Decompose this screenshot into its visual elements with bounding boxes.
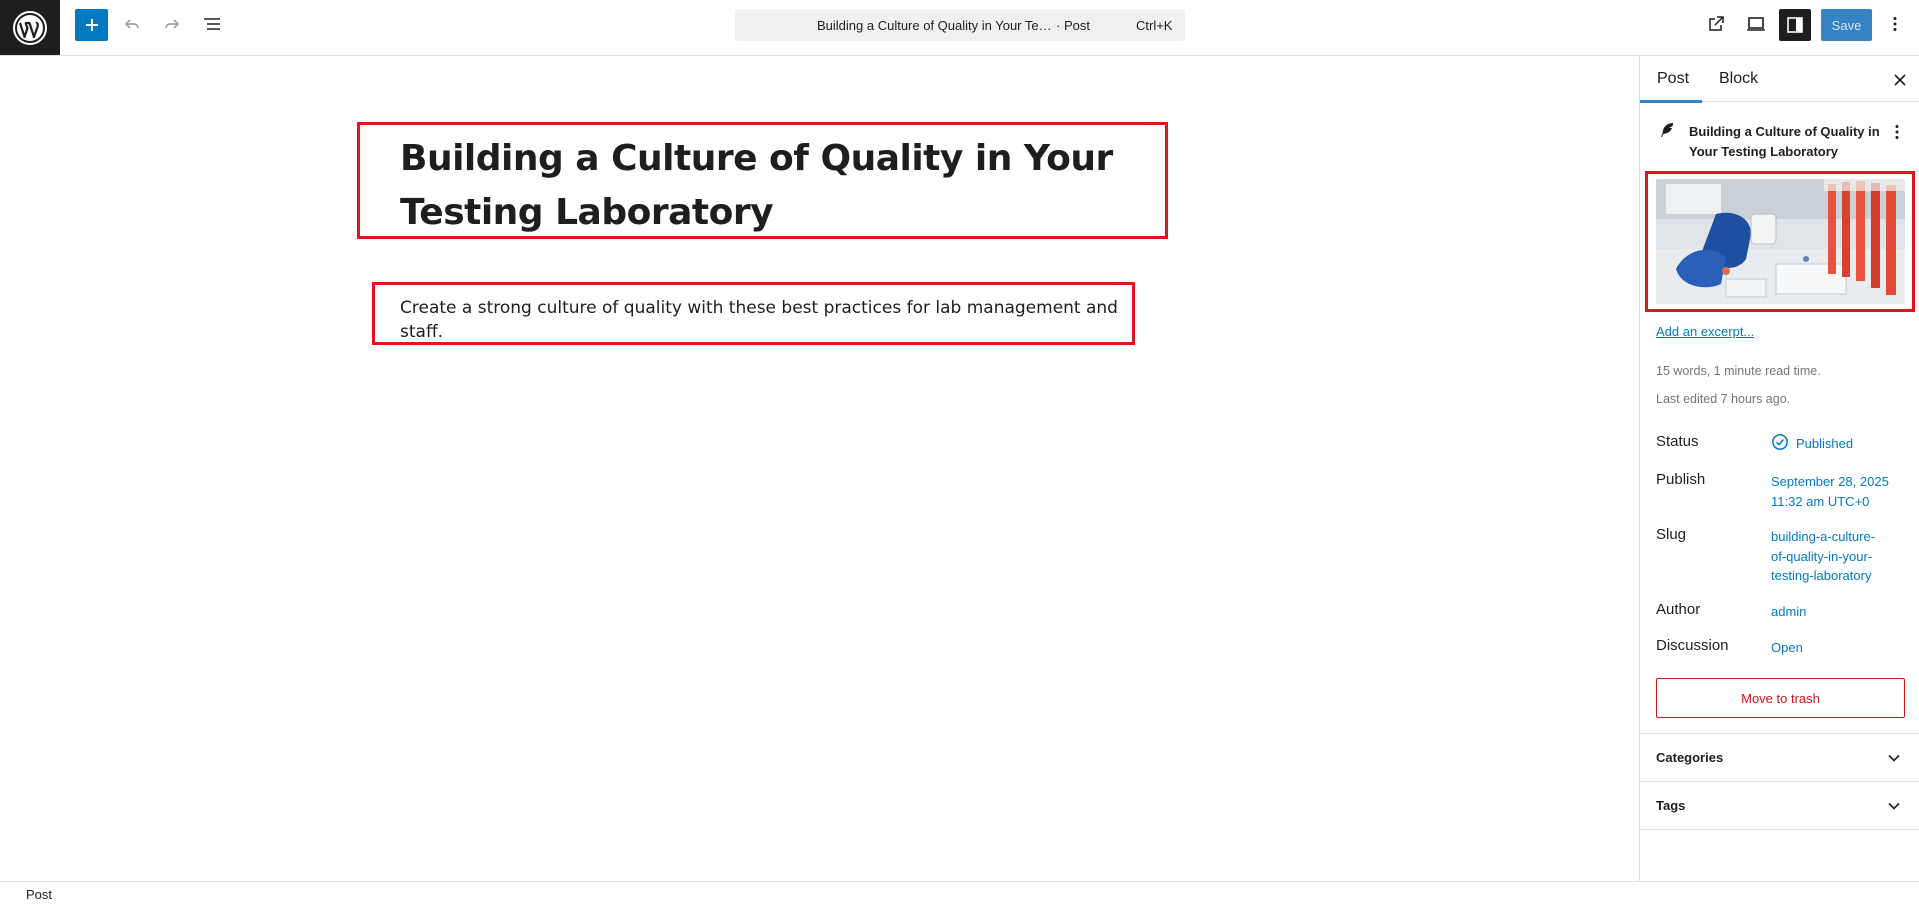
active-tab-indicator — [1640, 100, 1702, 103]
publish-date-button[interactable]: September 28, 2025 11:32 am UTC+0 — [1771, 472, 1889, 511]
preview-device-button[interactable] — [1738, 8, 1774, 40]
author-value[interactable]: admin — [1771, 602, 1806, 622]
categories-panel-label: Categories — [1656, 750, 1724, 765]
external-link-icon — [1709, 16, 1724, 31]
slug-label: Slug — [1656, 526, 1687, 543]
slug-line-1: building-a-culture- — [1771, 529, 1876, 544]
tags-panel[interactable]: Tags — [1640, 781, 1919, 829]
command-bar-shortcut: Ctrl+K — [1136, 18, 1173, 33]
slug-line-2: of-quality-in-your- — [1771, 548, 1873, 564]
command-bar-post-type: · Post — [1056, 18, 1090, 33]
published-check-icon — [1772, 434, 1788, 450]
featured-image[interactable] — [1656, 179, 1905, 304]
save-button[interactable]: Save — [1821, 9, 1872, 41]
feather-icon — [1661, 123, 1673, 137]
chevron-down-icon — [1888, 754, 1900, 762]
discussion-label: Discussion — [1656, 637, 1729, 654]
command-bar-title: Building a Culture of Quality in Your Te… — [817, 18, 1053, 33]
status-value[interactable]: Published — [1796, 434, 1853, 454]
publish-time: 11:32 am UTC+0 — [1771, 493, 1870, 509]
options-button[interactable] — [1879, 8, 1911, 40]
more-vertical-icon — [1895, 125, 1899, 139]
slug-value[interactable]: building-a-culture- of-quality-in-your- … — [1771, 527, 1875, 586]
more-vertical-icon — [1893, 17, 1897, 31]
post-actions-button[interactable] — [1887, 120, 1907, 144]
paragraph-block[interactable]: Create a strong culture of quality with … — [400, 296, 1140, 344]
publish-date: September 28, 2025 — [1771, 474, 1889, 489]
plus-icon — [85, 19, 98, 31]
featured-image-lab-photo — [1656, 179, 1905, 304]
command-palette-bar[interactable]: Building a Culture of Quality in Your Te… — [735, 9, 1185, 41]
editor-header: Building a Culture of Quality in Your Te… — [0, 0, 1919, 56]
desktop-preview-icon — [1747, 17, 1765, 31]
tab-post-label: Post — [1657, 70, 1690, 87]
undo-button[interactable] — [114, 8, 150, 40]
tab-post[interactable]: Post — [1657, 56, 1703, 102]
last-edited: Last edited 7 hours ago. — [1656, 392, 1791, 406]
author-label: Author — [1656, 601, 1701, 618]
panel-divider — [1640, 829, 1919, 830]
wordpress-logo-icon[interactable] — [0, 0, 60, 55]
close-sidebar-button[interactable] — [1888, 68, 1912, 92]
settings-sidebar: Post Block Building a Culture of Quality… — [1639, 56, 1919, 881]
document-overview-button[interactable] — [194, 8, 230, 40]
tab-block[interactable]: Block — [1719, 56, 1758, 102]
list-view-icon — [204, 18, 220, 30]
redo-button[interactable] — [154, 8, 190, 40]
post-summary-title: Building a Culture of Quality in Your Te… — [1689, 124, 1880, 159]
publish-label: Publish — [1656, 471, 1706, 488]
tags-panel-label: Tags — [1656, 798, 1686, 813]
move-to-trash-button[interactable]: Move to trash — [1656, 678, 1905, 718]
add-excerpt-link[interactable]: Add an excerpt... — [1656, 324, 1754, 339]
add-block-button[interactable] — [75, 9, 108, 41]
undo-icon — [124, 19, 139, 29]
status-label: Status — [1656, 433, 1699, 450]
breadcrumb-post[interactable]: Post — [26, 887, 52, 902]
settings-toggle-button[interactable] — [1779, 9, 1811, 41]
tab-block-label: Block — [1719, 70, 1759, 87]
post-title[interactable]: Building a Culture of Quality in Your Te… — [400, 132, 1160, 240]
block-breadcrumb-bar: Post — [0, 881, 1919, 905]
sidebar-tabs: Post Block — [1640, 56, 1919, 103]
chevron-down-icon — [1888, 802, 1900, 810]
close-icon — [1894, 74, 1906, 86]
sidebar-settings-icon — [1787, 17, 1803, 33]
word-count: 15 words, 1 minute read time. — [1656, 364, 1821, 378]
redo-icon — [165, 19, 180, 29]
slug-line-3: testing-laboratory — [1771, 568, 1872, 583]
discussion-value[interactable]: Open — [1771, 638, 1803, 658]
view-post-button[interactable] — [1698, 8, 1734, 40]
categories-panel[interactable]: Categories — [1640, 733, 1919, 781]
